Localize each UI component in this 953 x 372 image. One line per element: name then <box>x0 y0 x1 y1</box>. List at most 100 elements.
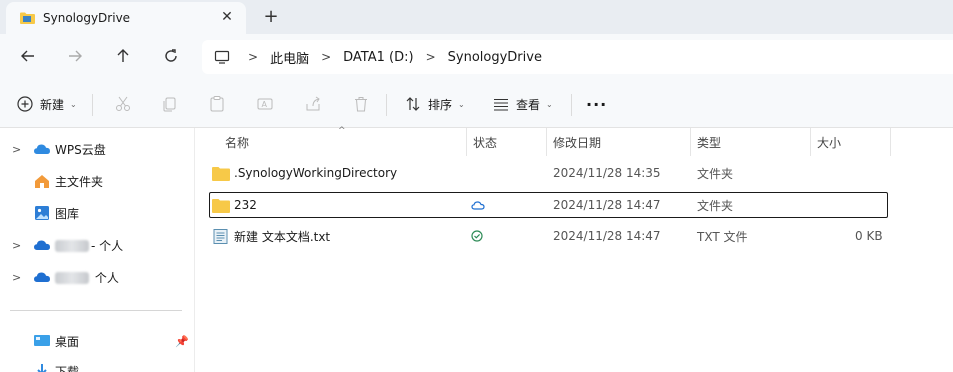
onedrive-icon <box>34 240 50 250</box>
paste-button[interactable] <box>208 92 226 116</box>
copy-button[interactable] <box>161 92 179 116</box>
file-explorer-window: SynologyDrive ✕ + > 此电脑 > DATA1 (D:) > S… <box>0 0 953 372</box>
column-header-status[interactable]: 状态 <box>473 128 497 156</box>
forward-button[interactable] <box>63 44 87 68</box>
view-list-icon <box>494 98 508 111</box>
column-divider[interactable] <box>466 128 467 156</box>
toolbar-divider <box>571 94 572 116</box>
column-header-name[interactable]: 名称 <box>225 128 249 156</box>
tab-synologydrive[interactable]: SynologyDrive ✕ <box>6 2 246 34</box>
sort-icon <box>406 97 420 111</box>
rename-icon: A <box>257 98 273 110</box>
cloud-icon <box>34 144 50 154</box>
sidebar-item-desktop[interactable]: 桌面 📌 <box>0 326 195 356</box>
file-modified: 2024/11/28 14:47 <box>553 198 661 212</box>
file-name-cell: .SynologyWorkingDirectory <box>212 161 397 185</box>
more-options-icon: ··· <box>586 94 608 114</box>
sidebar-divider <box>10 310 182 311</box>
refresh-button[interactable] <box>159 44 183 68</box>
file-name: 新建 文本文档.txt <box>234 229 331 244</box>
sidebar-item-gallery[interactable]: 图库 <box>0 198 195 228</box>
plus-circle-icon <box>17 96 33 112</box>
new-tab-button[interactable]: + <box>262 6 280 27</box>
breadcrumb-synologydrive[interactable]: SynologyDrive <box>448 50 542 65</box>
column-header-modified[interactable]: 修改日期 <box>553 128 601 156</box>
column-header-type[interactable]: 类型 <box>697 128 721 156</box>
sidebar-item-label: 主文件夹 <box>55 174 104 189</box>
column-divider[interactable] <box>546 128 547 156</box>
breadcrumb-separator: > <box>248 50 259 64</box>
delete-button[interactable] <box>352 92 370 116</box>
cut-button[interactable] <box>114 92 132 116</box>
text-file-icon <box>213 228 228 244</box>
breadcrumb-data1-drive[interactable]: DATA1 (D:) <box>343 50 413 65</box>
chevron-right-icon[interactable]: > <box>12 143 21 156</box>
cloud-status-icon <box>471 201 485 210</box>
sort-button-label: 排序 <box>428 97 453 112</box>
sidebar-item-wps-cloud[interactable]: > WPS云盘 <box>0 134 195 164</box>
sort-button[interactable]: 排序 ⌄ <box>404 92 465 116</box>
sidebar-item-label: 个人 <box>91 270 119 285</box>
close-tab-icon[interactable]: ✕ <box>218 8 236 26</box>
computer-icon <box>214 50 230 64</box>
file-name-cell: 新建 文本文档.txt <box>212 224 330 248</box>
sidebar-item-home[interactable]: 主文件夹 <box>0 166 195 196</box>
sidebar-item-onedrive-personal[interactable]: > - 个人 <box>0 230 195 260</box>
clipboard-icon <box>210 96 224 112</box>
more-options-button[interactable]: ··· <box>586 92 607 116</box>
breadcrumb-separator: > <box>425 50 436 64</box>
file-type: TXT 文件 <box>697 229 748 244</box>
new-button[interactable]: 新建 ⌄ <box>16 92 77 116</box>
back-button[interactable] <box>16 44 40 68</box>
folder-icon <box>212 166 230 181</box>
table-row[interactable]: 232 2024/11/28 14:47 文件夹 <box>209 192 888 218</box>
sidebar-item-label: 桌面 <box>55 334 80 349</box>
copy-icon <box>163 97 176 112</box>
view-button-label: 查看 <box>516 97 541 112</box>
status-cell <box>471 193 485 217</box>
arrow-left-icon <box>21 50 34 62</box>
table-row[interactable]: .SynologyWorkingDirectory 2024/11/28 14:… <box>209 161 888 187</box>
sidebar-item-onedrive-personal-2[interactable]: > 个人 <box>0 262 195 292</box>
breadcrumb-separator: > <box>321 50 332 64</box>
file-modified: 2024/11/28 14:35 <box>553 166 661 180</box>
sidebar-item-downloads[interactable]: 下载 <box>0 356 195 372</box>
sidebar-item-label: 图库 <box>55 206 80 221</box>
column-header-label: 大小 <box>817 135 842 150</box>
refresh-icon <box>165 49 177 62</box>
up-button[interactable] <box>111 44 135 68</box>
share-icon <box>306 96 320 111</box>
folder-icon <box>20 12 35 24</box>
rename-button[interactable]: A <box>256 92 274 116</box>
synced-check-icon <box>471 230 483 242</box>
file-modified: 2024/11/28 14:47 <box>553 229 661 243</box>
arrow-up-icon <box>117 49 129 62</box>
redacted-name <box>55 272 89 284</box>
view-button[interactable]: 查看 ⌄ <box>492 92 553 116</box>
breadcrumb-this-pc[interactable]: 此电脑 <box>270 48 309 67</box>
share-button[interactable] <box>304 92 322 116</box>
toolbar-divider <box>92 94 93 116</box>
navigation-pane: > WPS云盘 主文件夹 图库 > - 个人 > 个人 桌面 📌 下载 <box>0 128 195 372</box>
sidebar-item-text: 个人 <box>55 269 119 286</box>
new-button-label: 新建 <box>40 97 65 112</box>
file-type: 文件夹 <box>697 198 734 213</box>
file-list: ^ 名称 状态 修改日期 类型 大小 .SynologyWorkingDirec… <box>195 126 953 372</box>
home-icon <box>35 175 49 188</box>
chevron-right-icon[interactable]: > <box>12 239 21 252</box>
tab-title: SynologyDrive <box>43 11 131 25</box>
column-divider[interactable] <box>690 128 691 156</box>
address-bar[interactable]: > 此电脑 > DATA1 (D:) > SynologyDrive <box>202 40 953 74</box>
column-divider[interactable] <box>890 128 891 156</box>
scissors-icon <box>116 96 130 111</box>
table-row[interactable]: 新建 文本文档.txt 2024/11/28 14:47 TXT 文件 0 KB <box>209 224 888 250</box>
sidebar-item-label: - 个人 <box>91 238 124 253</box>
column-divider[interactable] <box>810 128 811 156</box>
pin-icon[interactable]: 📌 <box>175 335 189 348</box>
chevron-right-icon[interactable]: > <box>12 271 21 284</box>
column-header-size[interactable]: 大小 <box>817 128 841 156</box>
svg-text:A: A <box>262 100 268 109</box>
sidebar-item-text: - 个人 <box>55 237 123 254</box>
file-size: 0 KB <box>855 229 883 243</box>
file-type: 文件夹 <box>697 166 734 181</box>
